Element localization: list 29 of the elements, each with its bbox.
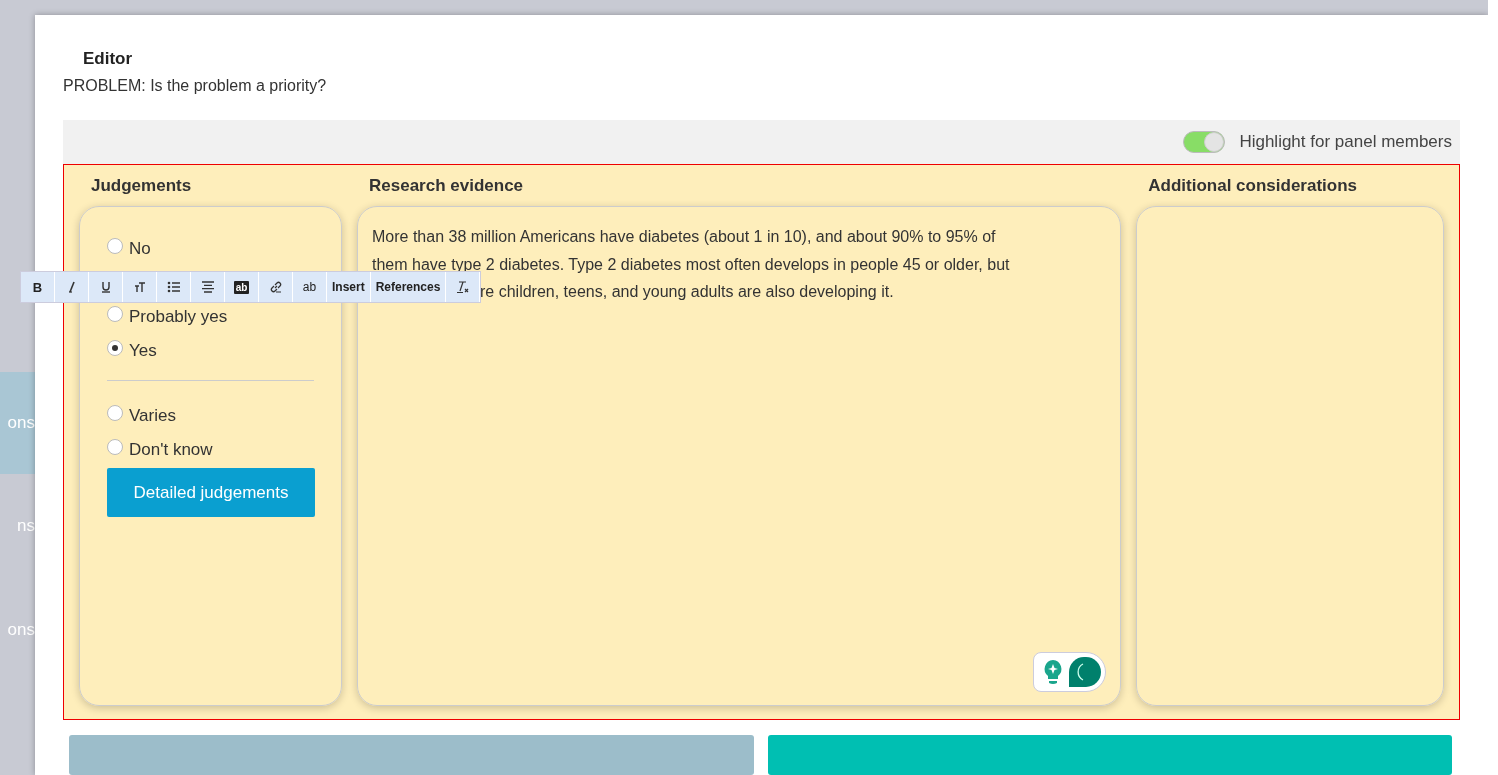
link-icon bbox=[268, 280, 283, 295]
radio-option[interactable]: Varies bbox=[107, 406, 176, 427]
highlight-toggle[interactable] bbox=[1183, 131, 1226, 153]
radio-button[interactable] bbox=[107, 340, 123, 357]
radio-option[interactable]: Probably yes bbox=[107, 307, 228, 328]
evidence-text-line: them have type 2 diabetes. Type 2 diabetes most often develops in people 45 or older, but bbox=[372, 254, 1011, 275]
radio-option[interactable]: Don't know bbox=[107, 440, 213, 461]
toggle-label: Highlight for panel members bbox=[1239, 131, 1452, 154]
problem-text: PROBLEM: Is the problem a priority? bbox=[63, 75, 328, 96]
evidence-text-line: More than 38 million Americans have diabetes (about 1 in 10), and about 90% to 95% of bbox=[372, 227, 997, 248]
underline-icon bbox=[100, 281, 111, 294]
modal-title: Editor bbox=[83, 48, 134, 70]
radio-button[interactable] bbox=[107, 405, 123, 422]
highlight-icon: ab bbox=[233, 280, 250, 294]
radio-button[interactable] bbox=[107, 439, 123, 456]
list-icon bbox=[166, 281, 181, 294]
lightbulb-icon[interactable] bbox=[1043, 659, 1064, 685]
clear-format-icon bbox=[455, 280, 470, 295]
radio-option[interactable]: Yes bbox=[107, 341, 157, 362]
column-heading: Judgements bbox=[90, 175, 193, 198]
radio-button[interactable] bbox=[107, 306, 123, 323]
align-center-icon bbox=[200, 281, 215, 294]
evidence-text-line: re children, teens, and young adults are also developing it. bbox=[480, 282, 895, 303]
radio-button[interactable] bbox=[107, 238, 123, 255]
column-heading: Research evidence bbox=[368, 175, 525, 198]
chat-bubble-icon[interactable] bbox=[1069, 657, 1102, 687]
font-size-icon bbox=[133, 281, 146, 294]
radio-option[interactable]: No bbox=[107, 239, 151, 260]
column-heading: Additional considerations bbox=[1147, 175, 1359, 198]
